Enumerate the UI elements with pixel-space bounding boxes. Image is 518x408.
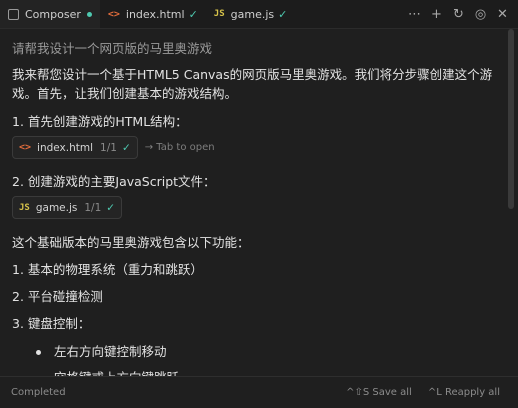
js-file-icon: JS <box>213 9 225 19</box>
close-icon[interactable]: ✕ <box>495 7 510 22</box>
tab-index-html[interactable]: <> index.html ✓ <box>100 0 206 28</box>
tab-label: Composer <box>25 7 81 21</box>
composer-icon <box>8 8 19 20</box>
check-icon: ✓ <box>121 141 131 154</box>
check-icon: ✓ <box>106 201 116 214</box>
user-prompt: 请帮我设计一个网页版的马里奥游戏 <box>12 41 213 56</box>
check-icon: ✓ <box>278 7 288 21</box>
step-2-text: 2. 创建游戏的主要JavaScript文件： <box>12 174 216 189</box>
intro-text: 我来帮您设计一个基于HTML5 Canvas的网页版马里奥游戏。我们将分步骤创建… <box>12 67 493 101</box>
tab-bar: Composer <> index.html ✓ JS game.js ✓ ⋯ … <box>0 0 518 29</box>
status-actions: ^⇧S Save all ^L Reapply all <box>346 387 518 398</box>
status-text: Completed <box>11 387 66 398</box>
reapply-all-button[interactable]: ^L Reapply all <box>428 387 500 398</box>
tab-game-js[interactable]: JS game.js ✓ <box>206 0 296 28</box>
status-bar: Completed ^⇧S Save all ^L Reapply all <box>0 376 518 408</box>
features-title: 这个基础版本的马里奥游戏包含以下功能： <box>12 235 250 250</box>
file-row-index: <> index.html 1/1 ✓ → Tab to open <box>12 136 506 159</box>
tab-to-open-hint: → Tab to open <box>144 142 215 153</box>
tab-composer[interactable]: Composer <box>0 0 100 28</box>
html-file-icon: <> <box>107 8 120 20</box>
file-chip-game-js[interactable]: JS game.js 1/1 ✓ <box>12 196 123 219</box>
more-options-icon[interactable]: ⋯ <box>407 7 422 22</box>
chat-content: 请帮我设计一个网页版的马里奥游戏 我来帮您设计一个基于HTML5 Canvas的… <box>0 29 506 376</box>
file-count: 1/1 <box>84 201 102 214</box>
settings-icon[interactable]: ◎ <box>473 7 488 22</box>
list-item: 空格键或上方向键跳跃 <box>12 368 506 376</box>
feature-2: 2. 平台碰撞检测 <box>12 289 103 304</box>
html-file-icon: <> <box>19 142 32 153</box>
file-row-game: JS game.js 1/1 ✓ <box>12 196 506 219</box>
active-dot-icon <box>86 11 92 17</box>
feature-3: 3. 键盘控制： <box>12 316 91 331</box>
tab-label: game.js <box>230 7 275 21</box>
step-1-text: 1. 首先创建游戏的HTML结构： <box>12 114 188 129</box>
tab-actions: ⋯ + ↻ ◎ ✕ <box>407 7 518 22</box>
feature-1: 1. 基本的物理系统（重力和跳跃） <box>12 262 203 277</box>
js-file-icon: JS <box>19 202 30 213</box>
check-icon: ✓ <box>188 7 198 21</box>
history-icon[interactable]: ↻ <box>451 7 466 22</box>
controls-list: 左右方向键控制移动 空格键或上方向键跳跃 <box>12 342 506 376</box>
file-chip-index-html[interactable]: <> index.html 1/1 ✓ <box>12 136 138 159</box>
list-item: 左右方向键控制移动 <box>12 342 506 361</box>
file-name: index.html <box>37 141 94 154</box>
save-all-button[interactable]: ^⇧S Save all <box>346 387 412 398</box>
file-name: game.js <box>35 201 78 214</box>
tab-label: index.html <box>125 7 185 21</box>
add-icon[interactable]: + <box>429 7 444 22</box>
file-count: 1/1 <box>100 141 117 154</box>
scrollbar[interactable] <box>508 29 514 209</box>
